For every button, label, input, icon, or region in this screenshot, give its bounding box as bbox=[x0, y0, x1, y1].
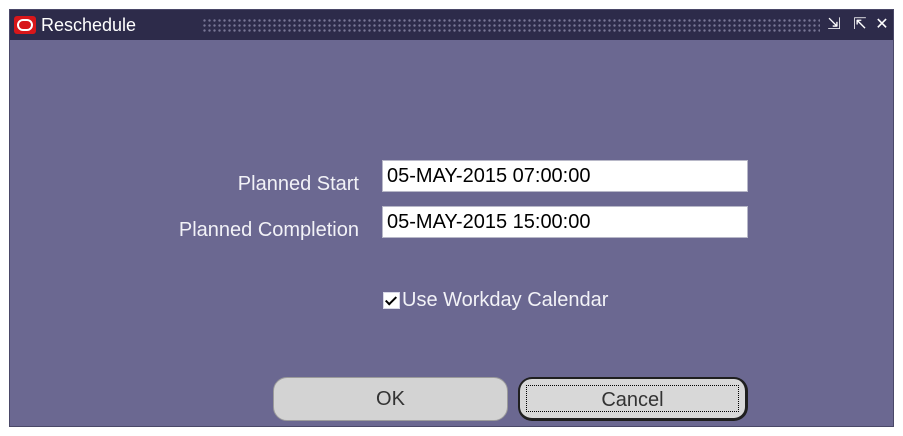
planned-completion-field[interactable]: 05-MAY-2015 15:00:00 bbox=[382, 206, 748, 238]
title-bar[interactable]: Reschedule ⇲ ⇱ ✕ bbox=[10, 10, 893, 40]
use-workday-calendar-label: Use Workday Calendar bbox=[402, 289, 609, 311]
close-icon[interactable]: ✕ bbox=[872, 15, 892, 35]
reschedule-dialog: Reschedule ⇲ ⇱ ✕ Planned Start 05-MAY-20… bbox=[9, 9, 894, 427]
window-title: Reschedule bbox=[41, 15, 137, 35]
use-workday-calendar-checkbox[interactable] bbox=[383, 291, 400, 309]
ok-button[interactable]: OK bbox=[273, 377, 508, 421]
cancel-button[interactable]: Cancel bbox=[518, 377, 748, 421]
minimize-icon[interactable]: ⇲ bbox=[824, 15, 844, 35]
planned-start-label: Planned Start bbox=[237, 173, 359, 195]
use-workday-calendar-checkbox-row[interactable]: Use Workday Calendar bbox=[383, 288, 608, 312]
dialog-content: Planned Start 05-MAY-2015 07:00:00 Plann… bbox=[10, 40, 893, 426]
planned-start-field[interactable]: 05-MAY-2015 07:00:00 bbox=[382, 160, 748, 192]
planned-completion-label: Planned Completion bbox=[178, 219, 359, 241]
maximize-icon[interactable]: ⇱ bbox=[850, 15, 870, 35]
oracle-logo-icon bbox=[14, 16, 36, 34]
title-bar-grip[interactable] bbox=[202, 18, 820, 32]
